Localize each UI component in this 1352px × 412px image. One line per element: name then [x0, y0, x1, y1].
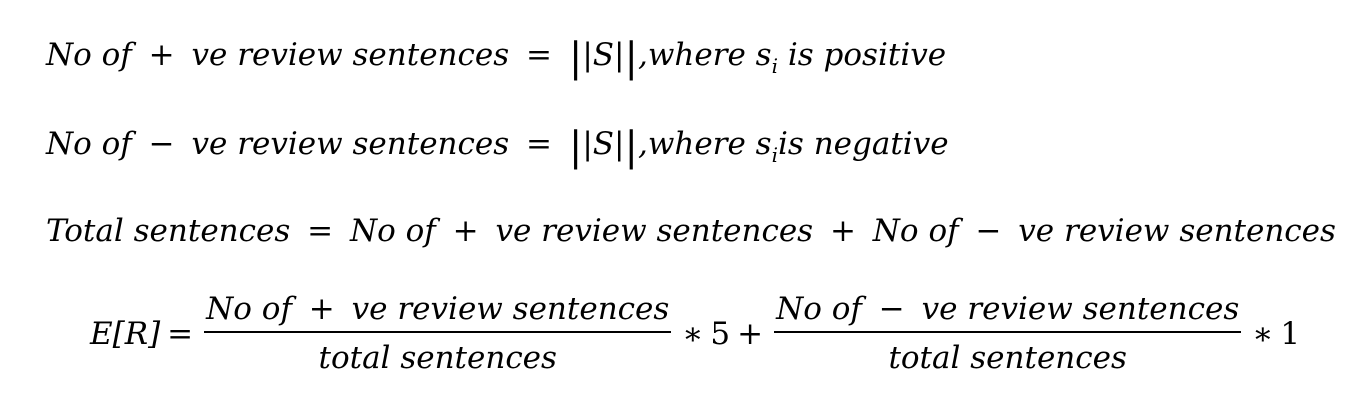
equation-positive-count: No of + ve review sentences = ||S||,wher…	[46, 38, 946, 78]
eq2-lhs-b: ve review sentences	[191, 126, 510, 162]
eq2-equals: =	[526, 126, 552, 162]
eq4-frac1-numerator: No of + ve review sentences	[206, 291, 670, 327]
eq2-minus: −	[148, 126, 175, 162]
eq3-term2-a: No of	[872, 213, 959, 249]
eq3-term1-a: No of	[349, 213, 436, 249]
equation-negative-count: No of − ve review sentences = ||S||,wher…	[46, 127, 949, 167]
eq4-plus: +	[737, 315, 764, 352]
equation-total-sentences: Total sentences = No of + ve review sent…	[46, 216, 1336, 247]
eq3-term1-b: ve review sentences	[495, 213, 814, 249]
eq2-norm: ||S||	[568, 124, 638, 170]
eq1-lhs-a: No of	[46, 37, 132, 73]
eq4-times1: ∗	[682, 315, 704, 352]
eq3-lhs: Total sentences	[46, 213, 291, 249]
equation-expected-rating: E[R] = No of + ve review sentences total…	[90, 294, 1300, 374]
eq4-lhs: E[R]	[90, 315, 161, 352]
eq4-frac2-numerator: No of − ve review sentences	[776, 291, 1240, 327]
eq4-fraction-positive: No of + ve review sentences total senten…	[204, 291, 672, 376]
eq2-where: ,where s	[637, 126, 772, 162]
eq4-equals: =	[167, 315, 194, 352]
eq4-frac2-denominator: total sentences	[888, 340, 1127, 376]
eq3-plus2: +	[829, 213, 856, 249]
eq2-tail: is negative	[778, 126, 949, 162]
eq3-plus1: +	[452, 213, 479, 249]
eq1-where: ,where s	[637, 37, 772, 73]
eq4-fraction-negative: No of − ve review sentences total senten…	[774, 291, 1242, 376]
eq1-norm: ||S||	[568, 35, 638, 81]
eq4-times2: ∗	[1252, 315, 1274, 352]
eq4-frac1-denominator: total sentences	[318, 340, 557, 376]
eq1-tail: is positive	[778, 37, 947, 73]
eq1-equals: =	[526, 37, 552, 73]
eq4-weight-negative: 1	[1280, 315, 1301, 352]
eq1-lhs-b: ve review sentences	[191, 37, 510, 73]
eq3-equals: =	[307, 213, 334, 249]
eq3-minus: −	[975, 213, 1002, 249]
eq4-weight-positive: 5	[710, 315, 731, 352]
eq3-term2-b: ve review sentences	[1018, 213, 1336, 249]
eq2-lhs-a: No of	[46, 126, 132, 162]
eq1-plus: +	[148, 37, 175, 73]
